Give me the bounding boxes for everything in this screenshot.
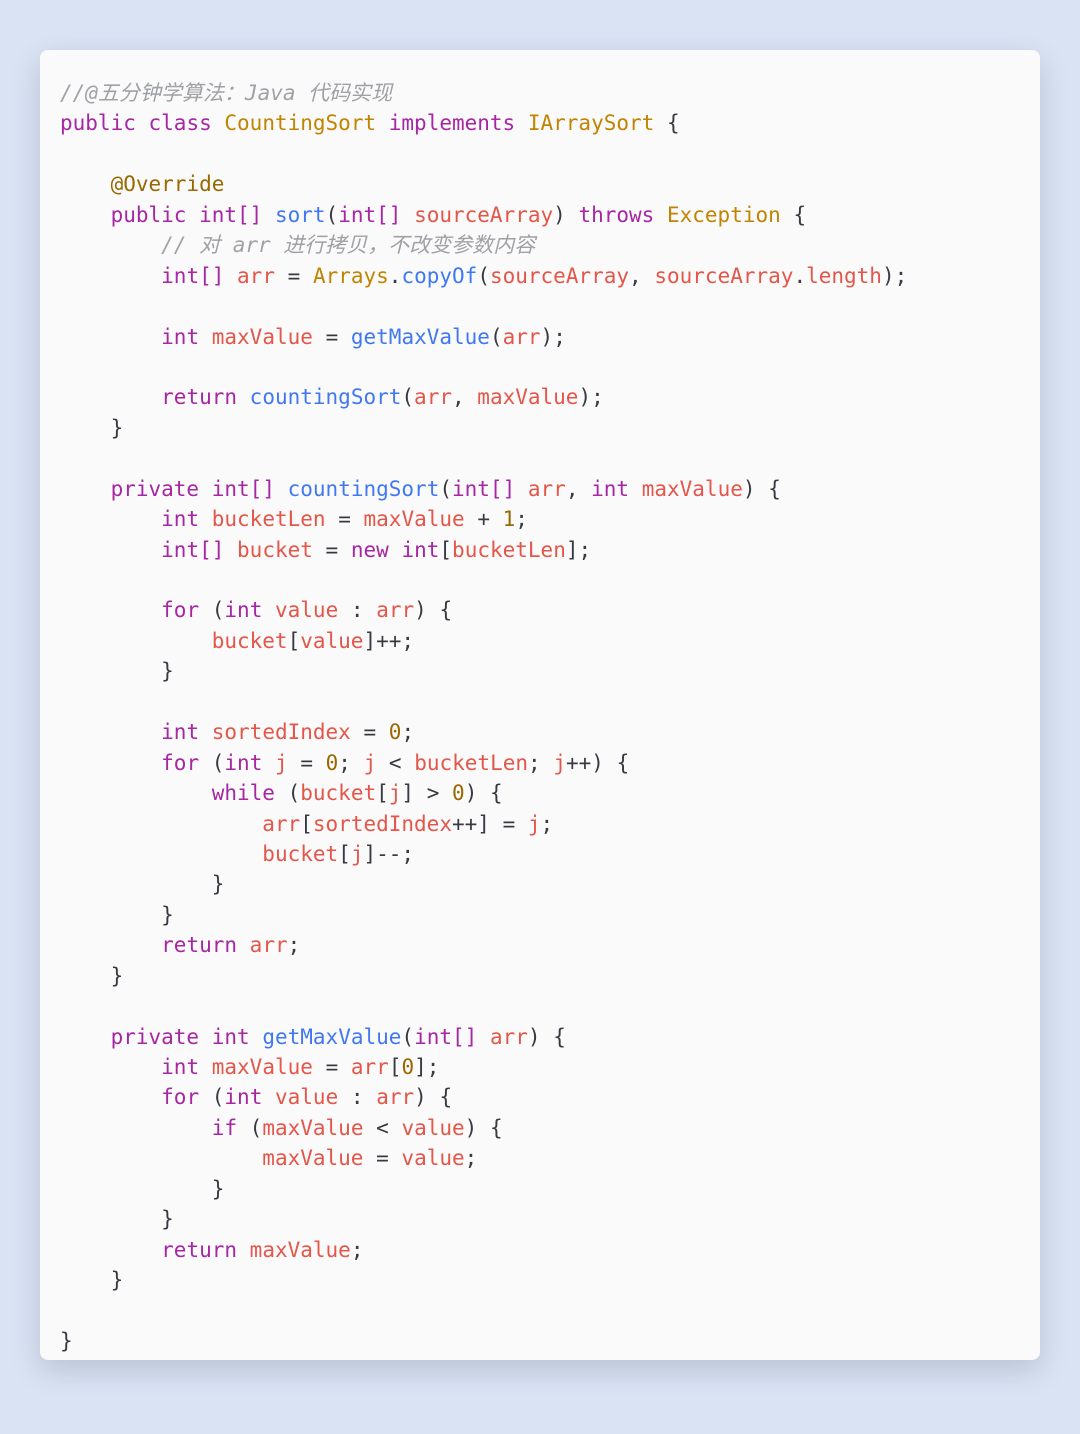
- kw-implements: implements: [389, 111, 515, 135]
- fn-getmaxvalue: getMaxValue: [351, 325, 490, 349]
- type-int: int: [161, 325, 199, 349]
- comment-line: //@五分钟学算法：Java 代码实现: [60, 81, 392, 105]
- var-maxvalue: maxValue: [212, 325, 313, 349]
- kw-return: return: [161, 385, 237, 409]
- code-card: //@五分钟学算法：Java 代码实现 public class Countin…: [40, 50, 1040, 1360]
- fn-countingsort: countingSort: [288, 477, 440, 501]
- var-j: j: [275, 751, 288, 775]
- type-int-arr: int[]: [338, 203, 401, 227]
- var-bucket: bucket: [237, 538, 313, 562]
- class-name: CountingSort: [224, 111, 376, 135]
- kw-public: public: [111, 203, 187, 227]
- class-arrays: Arrays: [313, 264, 389, 288]
- kw-while: while: [212, 781, 275, 805]
- param-sourceArray: sourceArray: [414, 203, 553, 227]
- iface-name: IArraySort: [528, 111, 654, 135]
- var-arr: arr: [237, 264, 275, 288]
- type-int-arr: int[]: [199, 203, 262, 227]
- type-exception: Exception: [667, 203, 781, 227]
- comment-line: // 对 arr 进行拷贝，不改变参数内容: [161, 233, 535, 257]
- kw-throws: throws: [578, 203, 654, 227]
- fn-countingsort: countingSort: [250, 385, 402, 409]
- var-sortedindex: sortedIndex: [212, 720, 351, 744]
- fn-sort: sort: [275, 203, 326, 227]
- brace: {: [667, 111, 680, 135]
- kw-for: for: [161, 598, 199, 622]
- var-bucketlen: bucketLen: [212, 507, 326, 531]
- code-block: //@五分钟学算法：Java 代码实现 public class Countin…: [60, 78, 1020, 1356]
- var-value: value: [275, 598, 338, 622]
- kw-if: if: [212, 1116, 237, 1140]
- kw-private: private: [111, 477, 200, 501]
- prop-length: length: [806, 264, 882, 288]
- annotation-override: @Override: [111, 172, 225, 196]
- fn-copyof: copyOf: [401, 264, 477, 288]
- kw-new: new: [351, 538, 389, 562]
- kw-public: public: [60, 111, 136, 135]
- num-zero: 0: [389, 720, 402, 744]
- kw-class: class: [149, 111, 212, 135]
- fn-getmaxvalue: getMaxValue: [262, 1025, 401, 1049]
- num-one: 1: [503, 507, 516, 531]
